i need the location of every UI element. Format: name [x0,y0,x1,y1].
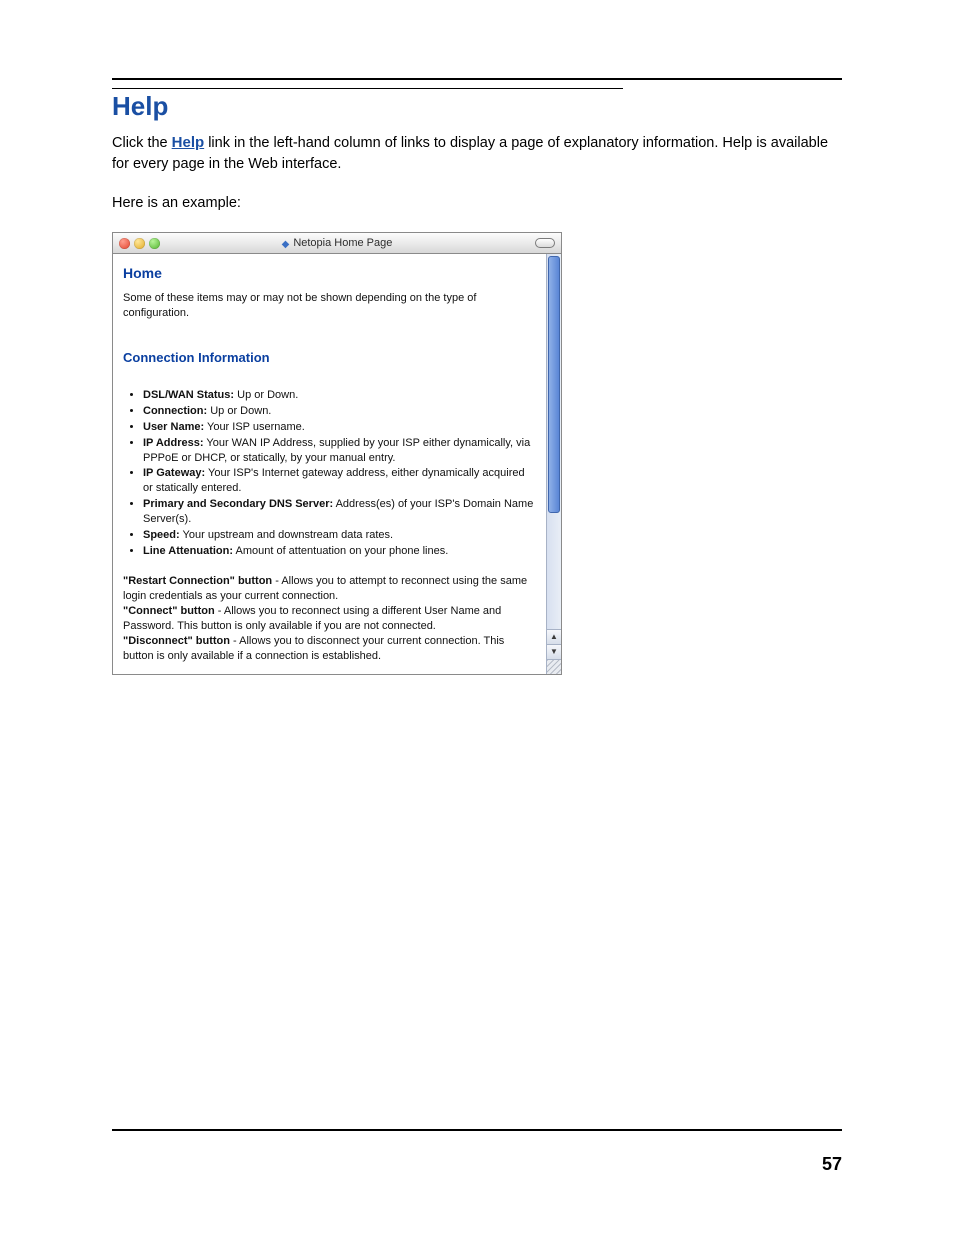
intro-paragraph: Click the Help link in the left-hand col… [112,132,842,175]
item-label: Primary and Secondary DNS Server: [143,498,333,510]
scrollbar[interactable]: ▲ ▼ [546,254,561,673]
connect-btn-label: "Connect" button [123,605,215,617]
page-number: 57 [822,1154,842,1175]
item-label: Speed: [143,529,180,541]
footer-rule [112,1129,842,1131]
list-item: User Name: Your ISP username. [143,420,536,435]
list-item: Speed: Your upstream and downstream data… [143,528,536,543]
item-desc: Your upstream and downstream data rates. [180,529,393,541]
item-label: IP Gateway: [143,467,205,479]
zoom-icon[interactable] [149,238,160,249]
scroll-thumb[interactable] [548,256,560,513]
list-item: DSL/WAN Status: Up or Down. [143,388,536,403]
help-link[interactable]: Help [172,134,205,151]
list-item: Connection: Up or Down. [143,404,536,419]
item-desc: Up or Down. [207,405,271,417]
scroll-track[interactable] [547,254,561,628]
window-content: Home Some of these items may or may not … [113,254,546,673]
section-rule [112,88,623,89]
connection-info-list: DSL/WAN Status: Up or Down. Connection: … [143,388,536,558]
top-rule [112,78,842,80]
app-icon: ◆ [282,239,290,250]
window-titlebar: ◆Netopia Home Page [113,233,561,254]
item-label: Connection: [143,405,207,417]
list-item: IP Address: Your WAN IP Address, supplie… [143,436,536,466]
item-label: IP Address: [143,437,204,449]
disconnect-btn-label: "Disconnect" button [123,635,230,647]
intro-after: link in the left-hand column of links to… [112,135,828,172]
home-heading: Home [123,264,536,283]
item-label: DSL/WAN Status: [143,389,234,401]
home-intro: Some of these items may or may not be sh… [123,291,536,321]
connection-info-heading: Connection Information [123,349,536,367]
traffic-lights [113,238,160,249]
scroll-up-icon[interactable]: ▲ [547,629,561,644]
buttons-paragraph: "Restart Connection" button - Allows you… [123,574,536,663]
intro-before: Click the [112,135,172,151]
close-icon[interactable] [119,238,130,249]
page-title: Help [112,91,842,122]
item-desc: Up or Down. [234,389,298,401]
list-item: Primary and Secondary DNS Server: Addres… [143,497,536,527]
example-lead: Here is an example: [112,193,842,214]
minimize-icon[interactable] [134,238,145,249]
resize-handle-icon[interactable] [547,659,561,674]
item-label: User Name: [143,421,204,433]
list-item: IP Gateway: Your ISP's Internet gateway … [143,466,536,496]
item-desc: Your ISP username. [204,421,305,433]
item-label: Line Attenuation: [143,545,233,557]
list-item: Line Attenuation: Amount of attentuation… [143,544,536,559]
example-window: ◆Netopia Home Page Home Some of these it… [112,232,562,674]
window-title: Netopia Home Page [293,237,392,249]
item-desc: Amount of attentuation on your phone lin… [233,545,448,557]
toolbar-pill-icon[interactable] [535,238,555,248]
restart-btn-label: "Restart Connection" button [123,575,272,587]
scroll-down-icon[interactable]: ▼ [547,644,561,659]
